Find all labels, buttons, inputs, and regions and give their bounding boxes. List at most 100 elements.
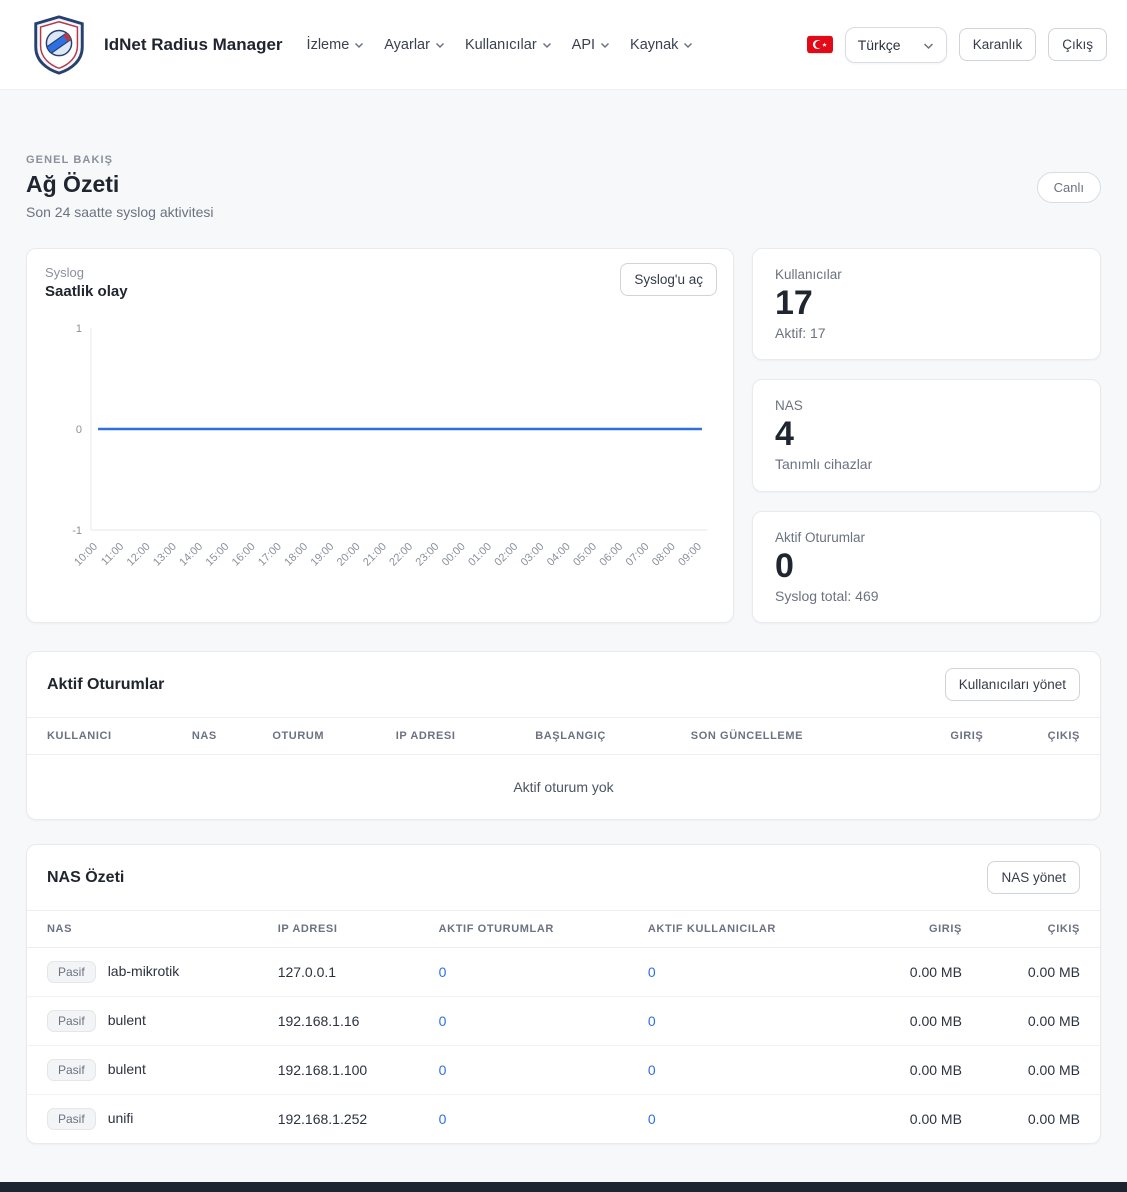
chevron-down-icon bbox=[542, 37, 552, 53]
column-header: NAS bbox=[172, 718, 252, 755]
column-header: Başlangiç bbox=[515, 718, 671, 755]
nav-item-izleme[interactable]: İzleme bbox=[307, 37, 365, 53]
chevron-down-icon bbox=[435, 37, 445, 53]
card-title: Aktif Oturumlar bbox=[47, 676, 164, 694]
active-sessions-link[interactable]: 0 bbox=[439, 964, 447, 980]
app-title: IdNet Radius Manager bbox=[104, 35, 283, 55]
status-badge: Pasif bbox=[47, 1010, 96, 1032]
nav-item-kaynak[interactable]: Kaynak bbox=[630, 37, 693, 53]
manage-users-button[interactable]: Kullanıcıları yönet bbox=[945, 668, 1080, 701]
svg-text:21:00: 21:00 bbox=[361, 541, 389, 569]
traffic-in: 0.00 MB bbox=[853, 1046, 982, 1095]
nas-summary-table: NAS IP Adresi Aktif Oturumlar Aktif Kull… bbox=[27, 910, 1100, 1143]
stat-value: 4 bbox=[775, 415, 1078, 454]
stat-label: Aktif Oturumlar bbox=[775, 530, 1078, 545]
chevron-down-icon bbox=[600, 37, 610, 53]
traffic-out: 0.00 MB bbox=[982, 948, 1100, 997]
dashboard-grid: Syslog Saatlik olay Syslog'u aç 10-110:0… bbox=[26, 248, 1101, 623]
column-header: Kullanici bbox=[27, 718, 172, 755]
svg-text:12:00: 12:00 bbox=[125, 541, 153, 569]
traffic-out: 0.00 MB bbox=[982, 1046, 1100, 1095]
svg-text:13:00: 13:00 bbox=[151, 541, 179, 569]
table-row: Pasifunifi 192.168.1.252 0 0 0.00 MB 0.0… bbox=[27, 1095, 1100, 1144]
section-eyebrow: GENEL BAKIŞ bbox=[26, 154, 214, 166]
svg-text:22:00: 22:00 bbox=[387, 541, 415, 569]
header-right: Türkçe Karanlık Çıkış bbox=[807, 27, 1107, 63]
language-select[interactable]: Türkçe bbox=[845, 27, 947, 63]
nav-item-ayarlar[interactable]: Ayarlar bbox=[384, 37, 445, 53]
page-title: Ağ Özeti bbox=[26, 171, 214, 198]
stat-label: NAS bbox=[775, 398, 1078, 413]
column-header: Oturum bbox=[252, 718, 375, 755]
manage-nas-button[interactable]: NAS yönet bbox=[987, 861, 1080, 894]
nas-name: lab-mikrotik bbox=[108, 963, 180, 979]
svg-text:23:00: 23:00 bbox=[414, 541, 442, 569]
app-header: IdNet Radius Manager İzleme Ayarlar Kull… bbox=[0, 0, 1127, 90]
chevron-down-icon bbox=[683, 37, 693, 53]
svg-text:18:00: 18:00 bbox=[282, 541, 310, 569]
nas-name: bulent bbox=[108, 1061, 146, 1077]
nav-item-api[interactable]: API bbox=[572, 37, 610, 53]
chevron-down-icon bbox=[354, 37, 364, 53]
active-sessions-link[interactable]: 0 bbox=[439, 1111, 447, 1127]
status-badge: Pasif bbox=[47, 1108, 96, 1130]
card-title: NAS Özeti bbox=[47, 869, 124, 887]
stat-sub: Tanımlı cihazlar bbox=[775, 456, 1078, 472]
table-row: Pasifbulent 192.168.1.100 0 0 0.00 MB 0.… bbox=[27, 1046, 1100, 1095]
svg-text:01:00: 01:00 bbox=[466, 541, 494, 569]
chart-eyebrow: Syslog bbox=[45, 265, 715, 280]
svg-text:02:00: 02:00 bbox=[492, 541, 520, 569]
syslog-chart-card: Syslog Saatlik olay Syslog'u aç 10-110:0… bbox=[26, 248, 734, 623]
active-users-link[interactable]: 0 bbox=[648, 1062, 656, 1078]
svg-text:14:00: 14:00 bbox=[177, 541, 205, 569]
footer-bar bbox=[0, 1182, 1127, 1192]
svg-text:0: 0 bbox=[76, 424, 82, 436]
active-sessions-table: Kullanici NAS Oturum IP Adresi Başlangiç… bbox=[27, 717, 1100, 819]
svg-text:11:00: 11:00 bbox=[99, 541, 126, 568]
active-sessions-link[interactable]: 0 bbox=[439, 1013, 447, 1029]
stat-label: Kullanıcılar bbox=[775, 267, 1078, 282]
column-header: Aktif Kullanicilar bbox=[628, 911, 853, 948]
table-row: Pasifbulent 192.168.1.16 0 0 0.00 MB 0.0… bbox=[27, 997, 1100, 1046]
open-syslog-button[interactable]: Syslog'u aç bbox=[620, 263, 717, 296]
overview-header: GENEL BAKIŞ Ağ Özeti Son 24 saatte syslo… bbox=[26, 154, 1101, 220]
column-header: IP Adresi bbox=[376, 718, 515, 755]
active-sessions-link[interactable]: 0 bbox=[439, 1062, 447, 1078]
nas-ip: 127.0.0.1 bbox=[258, 948, 419, 997]
nav-item-kullanicilar[interactable]: Kullanıcılar bbox=[465, 37, 552, 53]
svg-text:15:00: 15:00 bbox=[203, 541, 231, 569]
active-users-link[interactable]: 0 bbox=[648, 1013, 656, 1029]
status-badge: Pasif bbox=[47, 961, 96, 983]
svg-text:00:00: 00:00 bbox=[440, 541, 468, 569]
stat-value: 17 bbox=[775, 284, 1078, 323]
svg-text:03:00: 03:00 bbox=[519, 541, 547, 569]
stat-card-users: Kullanıcılar 17 Aktif: 17 bbox=[752, 248, 1101, 360]
column-header: Çikiş bbox=[1003, 718, 1100, 755]
logout-button[interactable]: Çıkış bbox=[1048, 28, 1107, 61]
stat-card-nas: NAS 4 Tanımlı cihazlar bbox=[752, 379, 1101, 491]
svg-text:07:00: 07:00 bbox=[624, 541, 652, 569]
svg-text:20:00: 20:00 bbox=[335, 541, 363, 569]
active-users-link[interactable]: 0 bbox=[648, 1111, 656, 1127]
svg-text:10:00: 10:00 bbox=[72, 541, 100, 569]
traffic-in: 0.00 MB bbox=[853, 997, 982, 1046]
svg-text:09:00: 09:00 bbox=[676, 541, 704, 569]
active-users-link[interactable]: 0 bbox=[648, 964, 656, 980]
main-content: GENEL BAKIŞ Ağ Özeti Son 24 saatte syslo… bbox=[0, 154, 1127, 1144]
app-logo-icon[interactable] bbox=[28, 14, 90, 76]
stats-column: Kullanıcılar 17 Aktif: 17 NAS 4 Tanımlı … bbox=[752, 248, 1101, 623]
column-header: Son Güncelleme bbox=[671, 718, 875, 755]
svg-text:17:00: 17:00 bbox=[256, 541, 284, 569]
active-sessions-card: Aktif Oturumlar Kullanıcıları yönet Kull… bbox=[26, 651, 1101, 820]
traffic-in: 0.00 MB bbox=[853, 1095, 982, 1144]
chevron-down-icon bbox=[923, 37, 934, 53]
dark-mode-button[interactable]: Karanlık bbox=[959, 28, 1037, 61]
page-subtitle: Son 24 saatte syslog aktivitesi bbox=[26, 204, 214, 220]
stat-sub: Aktif: 17 bbox=[775, 325, 1078, 341]
nas-ip: 192.168.1.16 bbox=[258, 997, 419, 1046]
svg-text:06:00: 06:00 bbox=[597, 541, 625, 569]
svg-text:04:00: 04:00 bbox=[545, 541, 573, 569]
empty-state-row: Aktif oturum yok bbox=[27, 755, 1100, 820]
stat-value: 0 bbox=[775, 547, 1078, 586]
stat-sub: Syslog total: 469 bbox=[775, 588, 1078, 604]
